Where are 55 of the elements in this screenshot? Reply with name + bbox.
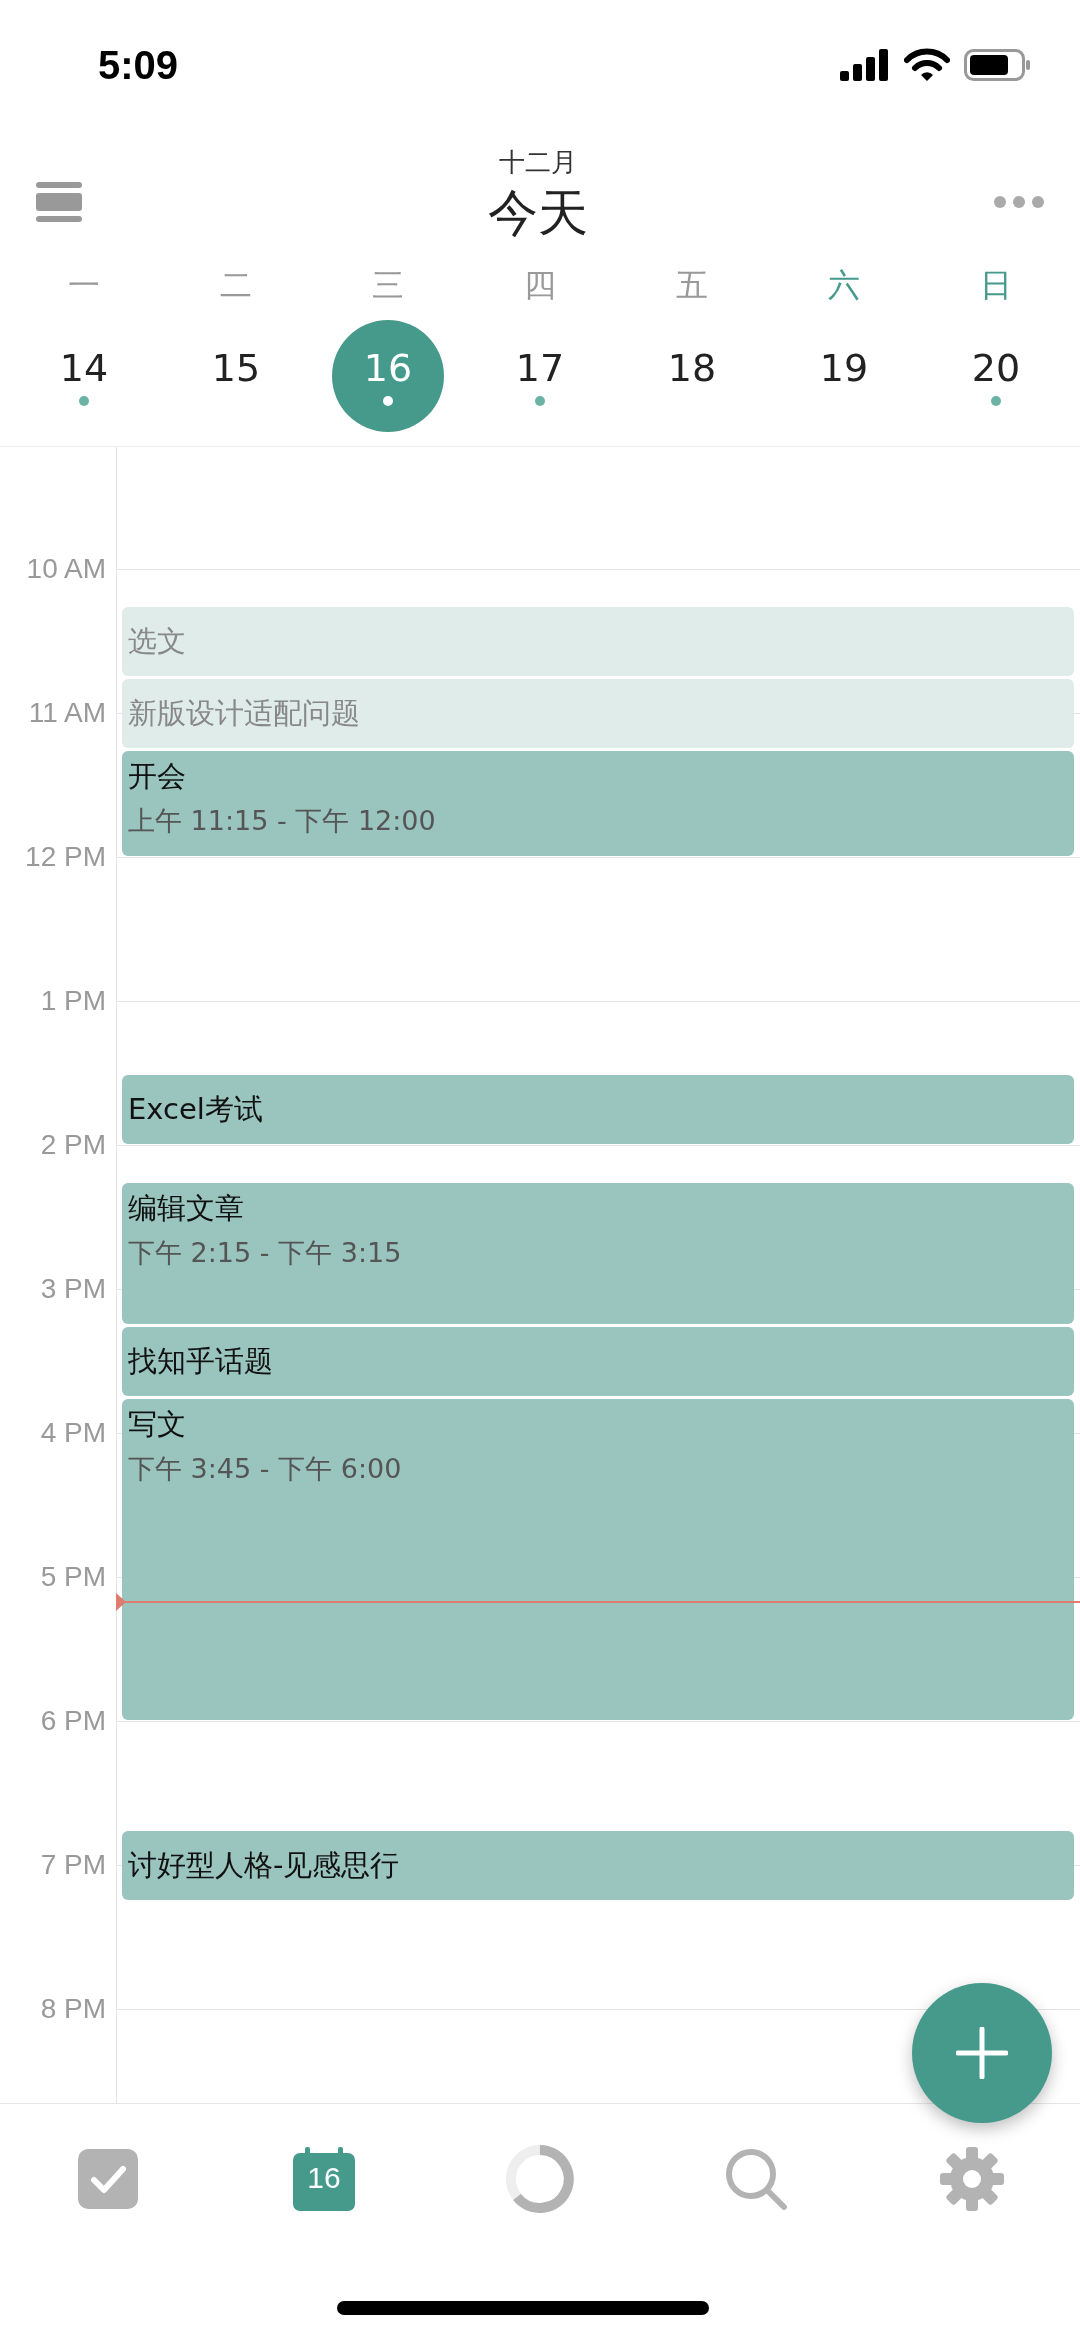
screen-title: 今天: [488, 183, 588, 244]
hour-label: 2 PM: [40, 1129, 106, 1162]
signal-icon: [840, 49, 890, 81]
event-block[interactable]: 开会 上午 11:15 - 下午 12:00: [122, 751, 1074, 857]
event-title: 写文: [128, 1406, 187, 1444]
event-block[interactable]: 写文 下午 3:45 - 下午 6:00: [122, 1399, 1074, 1721]
hour-label: 8 PM: [40, 1993, 106, 2026]
weekday-label: 二: [220, 265, 252, 306]
hour-label: 6 PM: [40, 1705, 106, 1738]
event-title: 选文: [128, 623, 187, 661]
hour-label: 12 PM: [25, 841, 106, 874]
date-button[interactable]: 20: [940, 320, 1052, 432]
more-icon[interactable]: [994, 196, 1044, 208]
hour-label: 5 PM: [40, 1561, 106, 1594]
event-time: 下午 2:15 - 下午 3:15: [128, 1236, 403, 1271]
hour-label: 3 PM: [40, 1273, 106, 1306]
menu-icon[interactable]: [36, 182, 82, 222]
weekday-label: 四: [524, 265, 556, 306]
weekday-label: 日: [980, 265, 1012, 306]
battery-icon: [964, 49, 1030, 81]
event-block[interactable]: Excel考试: [122, 1075, 1074, 1145]
event-time: 上午 11:15 - 下午 12:00: [128, 804, 437, 839]
weekday-label: 六: [828, 265, 860, 306]
weekday-label: 一: [68, 265, 100, 306]
weekday-label: 三: [372, 265, 404, 306]
event-title: 讨好型人格-见感思行: [128, 1847, 401, 1885]
event-title: 新版设计适配问题: [128, 695, 361, 733]
date-button[interactable]: 18: [636, 320, 748, 432]
wifi-icon: [904, 48, 950, 82]
date-button[interactable]: 15: [180, 320, 292, 432]
hour-label: 7 PM: [40, 1849, 106, 1882]
event-time: 下午 3:45 - 下午 6:00: [128, 1452, 403, 1487]
checkbox-tab[interactable]: [78, 2149, 138, 2209]
hour-label: 4 PM: [40, 1417, 106, 1450]
add-button[interactable]: [912, 1983, 1052, 2123]
event-title: 编辑文章: [128, 1190, 245, 1228]
weekday-label: 五: [676, 265, 708, 306]
progress-tab[interactable]: [505, 2144, 575, 2214]
event-title: Excel考试: [128, 1091, 264, 1129]
settings-tab[interactable]: [940, 2147, 1004, 2211]
hour-label: 10 AM: [26, 553, 106, 586]
search-tab[interactable]: [723, 2146, 789, 2212]
hour-label: 1 PM: [40, 985, 106, 1018]
event-title: 开会: [128, 758, 187, 796]
event-block[interactable]: 讨好型人格-见感思行: [122, 1831, 1074, 1901]
plus-icon: [956, 2027, 1008, 2079]
date-button[interactable]: 19: [788, 320, 900, 432]
month-label: 十二月: [499, 146, 577, 179]
date-button[interactable]: 17: [484, 320, 596, 432]
date-button[interactable]: 14: [28, 320, 140, 432]
event-title: 找知乎话题: [128, 1343, 274, 1381]
event-block[interactable]: 编辑文章 下午 2:15 - 下午 3:15: [122, 1183, 1074, 1325]
status-time: 5:09: [98, 42, 179, 88]
hour-label: 11 AM: [28, 697, 106, 730]
event-block[interactable]: 找知乎话题: [122, 1327, 1074, 1397]
